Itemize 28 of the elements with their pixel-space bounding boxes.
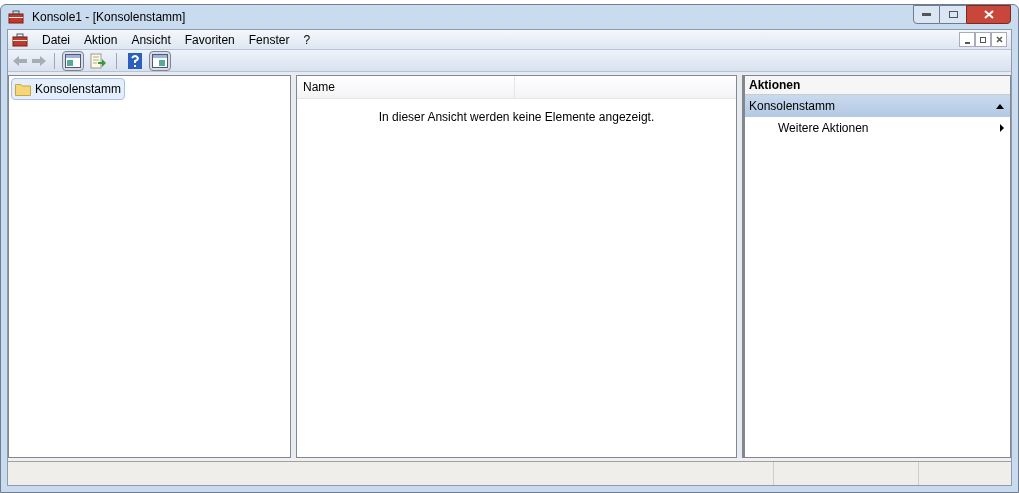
console-tree-icon-button[interactable] [62,50,84,71]
export-list-icon-button[interactable] [87,50,109,71]
action-group-header[interactable]: Konsolenstamm [745,95,1010,117]
submenu-arrow-icon [1000,124,1004,132]
menu-item[interactable]: Favoriten [184,30,235,49]
close-icon [983,10,994,19]
collapse-arrow-icon[interactable] [996,103,1004,109]
window-title: Konsole1 - [Konsolenstamm] [32,9,186,26]
menu-item[interactable]: Datei [42,30,70,49]
empty-list-message: In dieser Ansicht werden keine Elemente angezeigt. [377,109,656,126]
menu-item[interactable]: Fenster [248,30,290,49]
restore-button[interactable] [975,32,991,47]
minimize-button[interactable] [913,5,940,24]
minimize-button[interactable] [959,32,975,47]
close-icon [995,36,1003,43]
menu-item[interactable]: ? [303,30,311,49]
action-pane-icon-button[interactable] [149,50,171,71]
action-item[interactable]: Weitere Aktionen [745,117,1010,139]
menu-item[interactable]: Aktion [84,30,118,49]
close-button[interactable] [966,5,1011,24]
maximize-button[interactable] [940,5,966,24]
actions-header: Aktionen [745,76,1010,95]
folder-icon [15,82,31,96]
menu-item[interactable]: Ansicht [131,30,171,49]
close-button[interactable] [991,32,1007,47]
toolbox-icon [12,32,28,47]
toolbox-icon [8,10,24,24]
tree-item[interactable]: Konsolenstamm [11,78,126,100]
